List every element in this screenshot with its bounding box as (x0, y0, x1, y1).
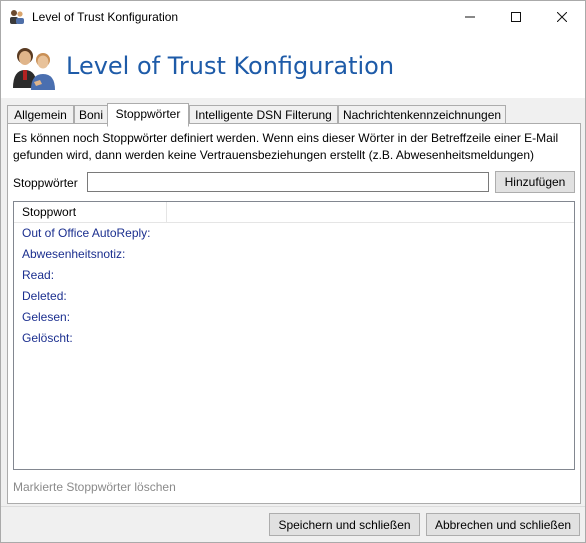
title-bar: Level of Trust Konfiguration (1, 1, 585, 32)
window-title: Level of Trust Konfiguration (32, 10, 179, 24)
stopwords-description: Es können noch Stoppwörter definiert wer… (13, 130, 573, 164)
users-icon (13, 48, 55, 90)
description-line: Es können noch Stoppwörter definiert wer… (13, 131, 559, 145)
stopword-input[interactable] (87, 172, 489, 192)
list-rows: Out of Office AutoReply: Abwesenheitsnot… (14, 223, 574, 349)
list-item[interactable]: Read: (14, 265, 574, 286)
maximize-icon (511, 11, 521, 22)
dialog-window: Level of Trust Konfiguration Level of Tr… (0, 0, 586, 543)
list-header: Stoppwort (14, 202, 574, 223)
close-icon (557, 11, 567, 22)
list-item[interactable]: Deleted: (14, 286, 574, 307)
save-and-close-button[interactable]: Speichern und schließen (269, 513, 420, 536)
description-line: gefunden wird, dann werden keine Vertrau… (13, 148, 535, 162)
add-button[interactable]: Hinzufügen (495, 171, 575, 193)
stopword-list[interactable]: Stoppwort Out of Office AutoReply: Abwes… (13, 201, 575, 470)
tab-stoppwoerter[interactable]: Stoppwörter (107, 103, 189, 127)
footer-divider (1, 506, 585, 507)
list-item[interactable]: Gelöscht: (14, 328, 574, 349)
minimize-icon (465, 16, 475, 17)
users-icon (10, 10, 24, 24)
delete-selected-link[interactable]: Markierte Stoppwörter löschen (13, 480, 176, 494)
stopwords-panel: Es können noch Stoppwörter definiert wer… (7, 123, 581, 504)
minimize-button[interactable] (447, 1, 493, 32)
list-item[interactable]: Out of Office AutoReply: (14, 223, 574, 244)
header-banner: Level of Trust Konfiguration (1, 32, 585, 98)
close-button[interactable] (539, 1, 585, 32)
list-item[interactable]: Abwesenheitsnotiz: (14, 244, 574, 265)
cancel-and-close-button[interactable]: Abbrechen und schließen (426, 513, 580, 536)
page-title: Level of Trust Konfiguration (66, 52, 395, 80)
maximize-button[interactable] (493, 1, 539, 32)
column-header-stoppwort[interactable]: Stoppwort (14, 202, 167, 222)
list-item[interactable]: Gelesen: (14, 307, 574, 328)
stopword-field-label: Stoppwörter (13, 176, 78, 190)
